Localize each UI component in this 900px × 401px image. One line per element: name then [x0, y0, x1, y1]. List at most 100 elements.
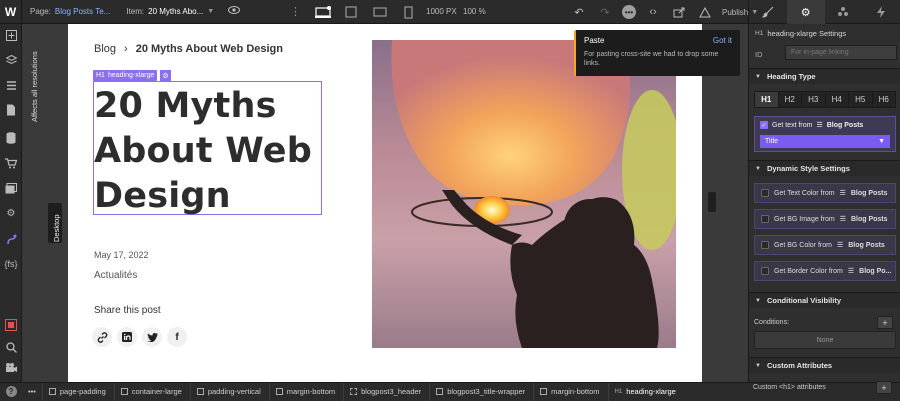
search-icon[interactable] — [3, 339, 19, 355]
breadcrumb-item[interactable]: padding-vertical — [189, 382, 269, 401]
post-heading[interactable]: 20 Myths About Web Design — [94, 84, 320, 219]
interactions-drops-icon[interactable] — [825, 0, 863, 24]
code-icon[interactable]: ‹› — [644, 3, 662, 21]
dynamic-row-bg-image[interactable]: Get BG Image from ☰ Blog Posts — [754, 209, 896, 229]
video-tutorial-icon[interactable] — [3, 359, 19, 375]
dynamic-row-bg-color[interactable]: Get BG Color from ☰ Blog Posts — [754, 235, 896, 255]
webflow-logo-icon[interactable]: W — [0, 0, 22, 24]
post-category: Actualités — [94, 270, 138, 281]
heading-level-tabs: H1 H2 H3 H4 H5 H6 — [754, 91, 896, 108]
mobile-portrait-icon[interactable] — [397, 3, 419, 21]
tab-h4[interactable]: H4 — [826, 92, 849, 107]
breadcrumb-item[interactable]: margin-bottom — [268, 382, 343, 401]
panel-header: H1 heading-xlarge Settings — [755, 29, 846, 38]
id-label: ID — [755, 50, 763, 59]
section-dynamic-style[interactable]: ▼ Dynamic Style Settings — [749, 160, 900, 176]
breadcrumb-item[interactable]: page-padding — [41, 382, 114, 401]
div-block-icon — [436, 388, 444, 395]
breadcrumb-item-label: margin-bottom — [286, 387, 336, 396]
tab-h2[interactable]: H2 — [779, 92, 802, 107]
div-block-icon — [120, 388, 128, 395]
finsweet-attributes-icon[interactable]: {fs} — [3, 256, 19, 272]
div-block-icon — [275, 388, 283, 395]
redo-icon[interactable]: ↷ — [596, 3, 614, 21]
pages-icon[interactable] — [3, 102, 19, 118]
got-it-button[interactable]: Got it — [713, 36, 732, 45]
help-icon[interactable]: ? — [0, 383, 22, 401]
field-select[interactable]: Title ▼ — [760, 135, 890, 148]
section-custom-attributes[interactable]: ▼ Custom Attributes — [749, 357, 900, 373]
export-icon[interactable] — [670, 3, 688, 21]
breadcrumb-item[interactable]: blogpost3_header — [343, 382, 429, 401]
breadcrumb-item[interactable]: blogpost3_title-wrapper — [429, 382, 533, 401]
facebook-icon[interactable]: f — [167, 327, 187, 347]
mobile-landscape-icon[interactable] — [369, 3, 391, 21]
linkedin-icon[interactable] — [117, 327, 137, 347]
dynamic-checkbox[interactable] — [761, 215, 769, 223]
canvas-width-readout: 1000 PX — [426, 7, 457, 16]
breadcrumb-item[interactable]: container-large — [113, 382, 190, 401]
element-settings-gear-icon[interactable]: ⚙ — [160, 70, 171, 81]
page-preview: Blog › 20 Myths About Web Design H1 head… — [68, 24, 702, 382]
cms-item-label: Item: — [126, 7, 145, 16]
dynamic-checkbox[interactable] — [761, 189, 769, 197]
settings-gear-icon[interactable]: ⚙ — [786, 0, 825, 24]
add-condition-button[interactable]: + — [877, 316, 893, 329]
logic-flow-icon[interactable] — [3, 231, 19, 247]
tab-h1[interactable]: H1 — [755, 92, 779, 107]
dynamic-row-text-color[interactable]: Get Text Color from ☰ Blog Posts — [754, 183, 896, 203]
tab-h5[interactable]: H5 — [849, 92, 873, 107]
cms-collection-icon: ☰ — [839, 216, 846, 223]
id-input[interactable] — [785, 45, 897, 60]
section-heading-type[interactable]: ▼ Heading Type — [749, 68, 900, 84]
components-icon[interactable] — [3, 52, 19, 68]
twitter-icon[interactable] — [142, 327, 162, 347]
lightning-icon[interactable] — [862, 0, 900, 24]
breadcrumb-more[interactable]: ••• — [22, 387, 42, 396]
undo-icon[interactable]: ↶ — [570, 3, 588, 21]
dynamic-checkbox[interactable] — [761, 241, 769, 249]
add-element-icon[interactable] — [3, 27, 19, 43]
more-vertical-icon[interactable]: ⋮ — [290, 5, 301, 18]
preview-eye-icon[interactable] — [228, 5, 241, 18]
left-toolbar: ⚙ {fs} — [0, 24, 22, 382]
link-icon[interactable] — [92, 327, 112, 347]
canvas-resize-handle[interactable] — [708, 192, 716, 212]
ecommerce-cart-icon[interactable] — [3, 155, 19, 171]
breadcrumb-item-current[interactable]: H1 heading-xlarge — [607, 382, 684, 401]
section-conditional-visibility[interactable]: ▼ Conditional Visibility — [749, 292, 900, 308]
section-title: Dynamic Style Settings — [766, 164, 850, 173]
zoom-readout[interactable]: 100 % — [463, 7, 486, 16]
get-text-checkbox[interactable]: ✓ — [760, 121, 768, 129]
navigator-icon[interactable] — [3, 77, 19, 93]
dynamic-checkbox[interactable] — [761, 267, 769, 275]
cms-database-icon[interactable] — [3, 130, 19, 146]
share-title: Share this post — [94, 305, 161, 316]
tab-h6[interactable]: H6 — [873, 92, 896, 107]
div-block-icon — [196, 388, 204, 395]
tab-h3[interactable]: H3 — [802, 92, 826, 107]
style-brush-icon[interactable] — [749, 0, 787, 24]
page-selector[interactable]: Page: Blog Posts Te... — [22, 0, 118, 24]
div-block-icon — [48, 388, 56, 395]
dynamic-row-border-color[interactable]: Get Border Color from ☰ Blog Po... — [754, 261, 896, 281]
heading-tag-icon: H1 — [614, 388, 623, 395]
add-attribute-button[interactable]: + — [876, 381, 892, 394]
desktop-breakpoint-icon[interactable] — [312, 3, 334, 21]
tablet-breakpoint-icon[interactable] — [340, 3, 362, 21]
selected-element-badge[interactable]: H1 heading-xlarge — [93, 70, 158, 81]
dynamic-label: Get BG Color from — [774, 241, 832, 249]
dynamic-label: Get BG Image from — [774, 215, 835, 223]
record-icon[interactable] — [3, 317, 19, 333]
breadcrumb-item[interactable]: margin-bottom — [533, 382, 607, 401]
cms-item-selector[interactable]: Item: 20 Myths Abo... ▼ — [118, 0, 222, 24]
breadcrumb-link-blog[interactable]: Blog — [94, 43, 116, 55]
section-title: Heading Type — [766, 72, 816, 81]
more-circle-icon[interactable]: ••• — [622, 5, 636, 19]
publish-icon[interactable] — [696, 3, 714, 21]
settings-gear-icon[interactable]: ⚙ — [3, 205, 19, 221]
breadcrumb-item-label: blogpost3_title-wrapper — [447, 387, 526, 396]
breadcrumb-current: 20 Myths About Web Design — [135, 43, 283, 55]
conditions-label: Conditions: — [754, 319, 790, 326]
assets-icon[interactable] — [3, 180, 19, 196]
